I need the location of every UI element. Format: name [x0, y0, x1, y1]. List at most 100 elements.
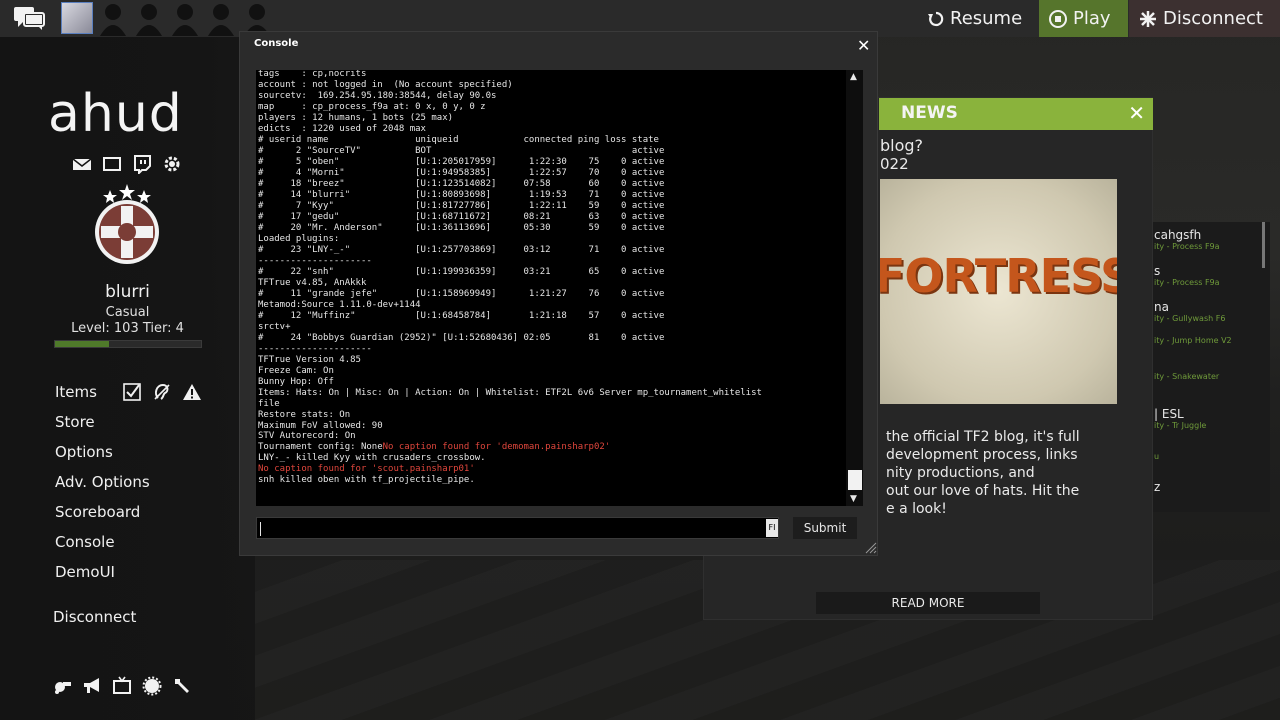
news-image-logo: FORTRESS 2	[880, 249, 1117, 303]
console-line-text: Maximum FoV allowed: 90	[258, 420, 383, 431]
console-line-text: # 12 "Muffinz" [U:1:68458784] 1:21:18 57…	[258, 310, 665, 321]
friend-avatar[interactable]	[61, 2, 93, 34]
server-item[interactable]: s ity - Process F9a	[1154, 264, 1220, 287]
server-list-scrollbar[interactable]	[1262, 222, 1265, 268]
window-icon[interactable]	[102, 154, 122, 174]
console-line: # 4 "Morni" [U:1:94958385] 1:22:57 70 0 …	[258, 168, 762, 179]
server-item[interactable]: ity - Snakewater	[1154, 372, 1219, 381]
mail-icon[interactable]	[72, 154, 92, 174]
menu-items[interactable]: Items	[55, 383, 97, 401]
console-line-text: # 20 "Mr. Anderson" [U:1:36113696] 05:30…	[258, 222, 665, 233]
console-line-text: LNY-_- killed Kyy with crusaders_crossbo…	[258, 453, 486, 464]
chat-icon[interactable]	[14, 5, 46, 31]
play-button[interactable]: Play	[1039, 0, 1128, 37]
console-line-text: TFTrue v4.85, AnAkkk	[258, 277, 367, 288]
disconnect-top-button[interactable]: Disconnect	[1129, 0, 1280, 37]
settings-gear-icon[interactable]	[162, 154, 182, 174]
console-line: file	[258, 399, 762, 410]
console-line-text: snh killed oben with tf_projectile_pipe.	[258, 475, 475, 486]
server-item[interactable]: u	[1154, 452, 1159, 461]
news-headline-date: 022	[880, 155, 909, 173]
console-command-input[interactable]	[256, 517, 779, 539]
resize-grip-icon[interactable]	[864, 541, 877, 554]
console-line: srctv+	[258, 322, 762, 333]
social-links	[72, 154, 182, 174]
checkbox-icon[interactable]	[122, 382, 142, 402]
console-line-text: # 2 "SourceTV" BOT active	[258, 145, 665, 156]
paint-icon[interactable]	[52, 676, 72, 696]
menu-console[interactable]: Console	[55, 533, 115, 551]
resume-label: Resume	[950, 8, 1023, 29]
server-item[interactable]: z	[1154, 480, 1160, 494]
scroll-up-icon[interactable]: ▲	[850, 72, 857, 82]
server-item[interactable]: | ESL ity - Tr Juggle	[1154, 407, 1206, 430]
submit-button[interactable]: Submit	[793, 517, 857, 539]
console-line: Tournament config: NoneNo caption found …	[258, 442, 762, 453]
warning-icon[interactable]	[182, 382, 202, 402]
console-line: Loaded plugins:	[258, 234, 762, 245]
menu-demoui[interactable]: DemoUI	[55, 563, 115, 581]
twitch-icon[interactable]	[132, 154, 152, 174]
console-line: # 17 "gedu" [U:1:68711672] 08:21 63 0 ac…	[258, 212, 762, 223]
console-line: sourcetv: 169.254.95.180:38544, delay 90…	[258, 91, 762, 102]
console-line-text: Bunny Hop: Off	[258, 376, 334, 387]
server-item[interactable]: na ity - Gullywash F6	[1154, 300, 1225, 323]
console-line: # 12 "Muffinz" [U:1:68458784] 1:21:18 57…	[258, 311, 762, 322]
gear-icon[interactable]	[142, 676, 162, 696]
scroll-down-icon[interactable]: ▼	[850, 494, 857, 504]
friend-silhouette-icon[interactable]	[134, 2, 164, 36]
megaphone-icon[interactable]	[82, 676, 102, 696]
friend-silhouette-icon[interactable]	[206, 2, 236, 36]
console-line-text: Loaded plugins:	[258, 233, 340, 244]
console-line: # 22 "snh" [U:1:199936359] 03:21 65 0 ac…	[258, 267, 762, 278]
console-line: # 24 "Bobbys Guardian (2952)" [U:1:52680…	[258, 333, 762, 344]
console-line: Freeze Cam: On	[258, 366, 762, 377]
console-line: # 5 "oben" [U:1:205017959] 1:22:30 75 0 …	[258, 157, 762, 168]
menu-options[interactable]: Options	[55, 443, 113, 461]
console-line-text: # 17 "gedu" [U:1:68711672] 08:21 63 0 ac…	[258, 211, 665, 222]
console-line-text: Items: Hats: On | Misc: On | Action: On …	[258, 387, 762, 398]
console-output[interactable]: tags : cp,nocrits account : not logged in…	[256, 70, 846, 506]
class-emblem-icon[interactable]	[94, 184, 160, 266]
console-line: # 2 "SourceTV" BOT active	[258, 146, 762, 157]
ear-icon[interactable]	[152, 382, 172, 402]
news-close-icon[interactable]: ✕	[1128, 101, 1145, 125]
resume-button[interactable]: Resume	[918, 0, 1038, 37]
wrench-icon[interactable]	[172, 676, 192, 696]
console-line-text: # 14 "blurri" [U:1:80893698] 1:19:53 71 …	[258, 189, 665, 200]
console-close-icon[interactable]: ✕	[857, 36, 870, 55]
console-line-text: players : 12 humans, 1 bots (25 max)	[258, 112, 454, 123]
console-line: ---------------------	[258, 256, 762, 267]
console-line: ---------------------	[258, 344, 762, 355]
console-line-text: Tournament config: None	[258, 442, 383, 453]
console-line: TFTrue Version 4.85	[258, 355, 762, 366]
resume-icon	[928, 11, 944, 26]
console-title: Console	[254, 38, 299, 49]
console-line: # 18 "breez" [U:1:123514082] 07:58 60 0 …	[258, 179, 762, 190]
menu-scoreboard[interactable]: Scoreboard	[55, 503, 140, 521]
console-scrollbar[interactable]: ▲ ▼	[846, 70, 863, 506]
read-more-button[interactable]: READ MORE	[816, 592, 1040, 614]
tv-icon[interactable]	[112, 676, 132, 696]
console-line: LNY-_- killed Kyy with crusaders_crossbo…	[258, 453, 762, 464]
server-item[interactable]: cahgsfh ity - Process F9a	[1154, 228, 1220, 251]
menu-store[interactable]: Store	[55, 413, 95, 431]
console-line-text: ---------------------	[258, 343, 372, 354]
news-header: NEWS ✕	[879, 98, 1153, 130]
friend-silhouette-icon[interactable]	[170, 2, 200, 36]
menu-disconnect[interactable]: Disconnect	[53, 608, 136, 626]
hud-logo: ahud	[48, 84, 183, 144]
console-line-text: # 7 "Kyy" [U:1:81727786] 1:22:11 59 0 ac…	[258, 200, 665, 211]
console-log: tags : cp,nocrits account : not logged in…	[258, 70, 762, 486]
friend-silhouette-icon[interactable]	[98, 2, 128, 36]
console-line-text: ---------------------	[258, 255, 372, 266]
console-line-text: # 5 "oben" [U:1:205017959] 1:22:30 75 0 …	[258, 156, 665, 167]
xp-progress-fill	[55, 341, 110, 347]
console-line-text: account : not logged in (No account spec…	[258, 79, 513, 90]
menu-adv-options[interactable]: Adv. Options	[55, 473, 150, 491]
server-item[interactable]: ity - Jump Home V2	[1154, 336, 1232, 345]
console-line-text: # userid name uniqueid connected ping lo…	[258, 134, 659, 145]
console-line: # userid name uniqueid connected ping lo…	[258, 135, 762, 146]
scrollbar-thumb[interactable]	[848, 470, 862, 490]
player-mode: Casual	[105, 305, 150, 320]
